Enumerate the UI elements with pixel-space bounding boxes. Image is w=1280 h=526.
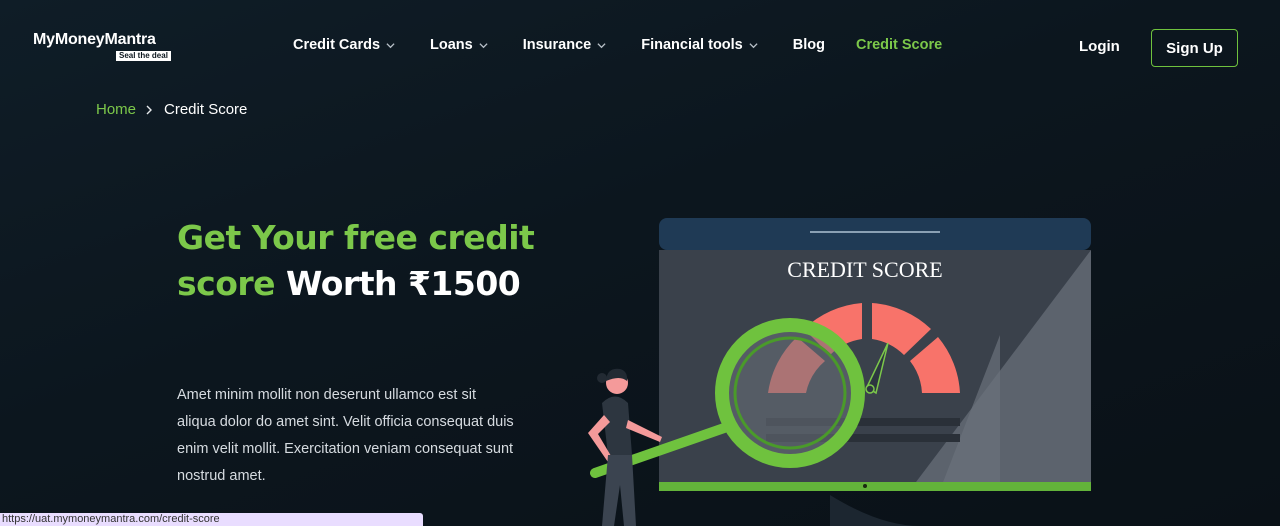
screen-heading: CREDIT SCORE xyxy=(787,257,942,282)
chevron-right-icon xyxy=(146,105,153,114)
brand-name: MyMoneyMantra xyxy=(33,31,156,48)
hero-title-amount: Worth ₹1500 xyxy=(286,264,521,303)
site-header: MyMoneyMantra Seal the deal Credit Cards… xyxy=(0,0,1280,95)
chevron-down-icon xyxy=(386,42,395,48)
chevron-down-icon xyxy=(479,42,488,48)
nav-item-label: Blog xyxy=(792,37,825,53)
status-bar-url: https://uat.mymoneymantra.com/credit-sco… xyxy=(0,513,423,526)
main-nav: Credit Cards Loans Insurance Financial t… xyxy=(293,35,942,55)
hero-title: Get Your free credit score Worth ₹1500 xyxy=(177,215,557,307)
chevron-down-icon xyxy=(597,42,606,48)
nav-item-credit-score[interactable]: Credit Score xyxy=(856,37,942,53)
nav-item-label: Credit Cards xyxy=(293,37,381,53)
nav-item-financial-tools[interactable]: Financial tools xyxy=(641,37,758,53)
hero-description: Amet minim mollit non deserunt ullamco e… xyxy=(177,387,514,484)
nav-item-blog[interactable]: Blog xyxy=(793,37,825,53)
breadcrumb-current: Credit Score xyxy=(164,101,248,118)
credit-score-graphic: CREDIT SCORE xyxy=(588,218,1091,526)
nav-item-label: Loans xyxy=(430,37,473,53)
brand-logo[interactable]: MyMoneyMantra Seal the deal xyxy=(33,31,183,65)
nav-item-loans[interactable]: Loans xyxy=(430,37,488,53)
nav-item-credit-cards[interactable]: Credit Cards xyxy=(293,37,395,53)
signup-button[interactable]: Sign Up xyxy=(1151,29,1238,67)
nav-item-label: Insurance xyxy=(522,37,592,53)
brand-tagline: Seal the deal xyxy=(116,51,171,61)
login-link[interactable]: Login xyxy=(1079,38,1120,55)
nav-item-insurance[interactable]: Insurance xyxy=(523,37,607,53)
chevron-down-icon xyxy=(749,42,758,48)
nav-item-label: Credit Score xyxy=(855,37,943,53)
credit-score-illustration: CREDIT SCORE xyxy=(580,215,1100,526)
breadcrumb: Home Credit Score xyxy=(96,101,247,118)
breadcrumb-home-link[interactable]: Home xyxy=(96,101,136,118)
nav-item-label: Financial tools xyxy=(641,37,743,53)
